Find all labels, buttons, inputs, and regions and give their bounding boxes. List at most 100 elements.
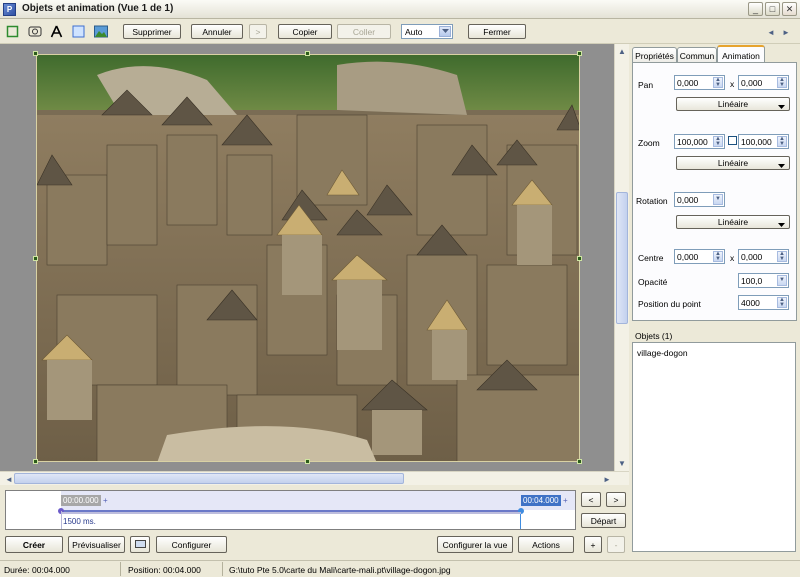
playhead[interactable] xyxy=(520,513,521,529)
scroll-up-icon[interactable]: ▲ xyxy=(615,44,629,58)
start-time-label[interactable]: 00:00.000 xyxy=(61,495,101,506)
pan-mode-dropdown[interactable]: Linéaire xyxy=(676,97,790,111)
minimize-button[interactable]: _ xyxy=(748,2,763,16)
redo-button[interactable]: > xyxy=(249,24,267,39)
start-marker-icon: + xyxy=(103,496,108,505)
resize-handle-nw[interactable] xyxy=(33,51,38,56)
chevron-down-icon[interactable]: ▼ xyxy=(777,275,787,286)
horizontal-scrollbar[interactable]: ◄ ► xyxy=(0,471,629,485)
zoom-x-value: 100,000 xyxy=(677,136,708,147)
centre-x-value: 0,000 xyxy=(677,251,699,262)
rotation-mode-value: Linéaire xyxy=(717,217,749,227)
close-button[interactable]: ✕ xyxy=(782,2,797,16)
zoom-y-input[interactable]: 100,000 ▲ ▼ xyxy=(738,134,789,149)
tab-scroll-left-icon[interactable]: ◄ xyxy=(764,25,778,39)
rectangle-select-icon[interactable] xyxy=(5,24,20,39)
screen-icon[interactable] xyxy=(130,536,150,553)
timeline[interactable]: 00:00.000 + 00:04.000 + 1500 ms. xyxy=(5,490,576,530)
image-icon[interactable] xyxy=(93,24,108,39)
spinner-icon[interactable]: ▲ ▼ xyxy=(777,251,787,262)
tab-commun[interactable]: Commun xyxy=(677,47,717,63)
zoom-x-input[interactable]: 100,000 ▲ ▼ xyxy=(674,134,725,149)
spinner-icon[interactable]: ▲ ▼ xyxy=(713,251,723,262)
resize-handle-ne[interactable] xyxy=(577,51,582,56)
position-label: Position: xyxy=(128,565,161,575)
pan-x-input[interactable]: 0,000 ▲ ▼ xyxy=(674,75,725,90)
segment-duration-label: 1500 ms. xyxy=(63,517,96,526)
annuler-button[interactable]: Annuler xyxy=(191,24,243,39)
spinner-icon[interactable]: ▲ ▼ xyxy=(713,136,723,147)
chevron-down-icon xyxy=(778,220,785,230)
zoom-select-value: Auto xyxy=(405,26,423,37)
zoom-lock-checkbox[interactable] xyxy=(728,136,737,145)
rotation-label: Rotation xyxy=(636,196,668,206)
spinner-icon[interactable]: ▲ ▼ xyxy=(777,136,787,147)
zoom-mode-dropdown[interactable]: Linéaire xyxy=(676,156,790,170)
duree-label: Durée: xyxy=(4,565,30,575)
resize-handle-w[interactable] xyxy=(33,256,38,261)
previous-keyframe-button[interactable]: < xyxy=(581,492,601,507)
vertical-scroll-thumb[interactable] xyxy=(616,192,628,324)
centre-y-input[interactable]: 0,000 ▲ ▼ xyxy=(738,249,789,264)
list-item[interactable]: village-dogon xyxy=(637,348,688,358)
text-icon[interactable] xyxy=(49,24,64,39)
chevron-down-icon[interactable]: ▼ xyxy=(713,194,723,205)
spinner-icon[interactable]: ▲ ▼ xyxy=(713,77,723,88)
actions-button[interactable]: Actions xyxy=(518,536,574,553)
coller-button[interactable]: Coller xyxy=(337,24,391,39)
village-dogon-image[interactable] xyxy=(36,54,580,462)
rotation-mode-dropdown[interactable]: Linéaire xyxy=(676,215,790,229)
opacite-label: Opacité xyxy=(638,277,668,287)
spinner-icon[interactable]: ▲ ▼ xyxy=(777,77,787,88)
add-keyframe-button[interactable]: + xyxy=(584,536,602,553)
objects-list[interactable]: village-dogon xyxy=(632,342,796,552)
zoom-y-value: 100,000 xyxy=(741,136,772,147)
resize-handle-se[interactable] xyxy=(577,459,582,464)
previsualiser-button[interactable]: Prévisualiser xyxy=(68,536,125,553)
supprimer-button[interactable]: Supprimer xyxy=(123,24,181,39)
chevron-down-icon xyxy=(778,161,785,171)
configurer-button[interactable]: Configurer xyxy=(156,536,227,553)
depart-button[interactable]: Départ xyxy=(581,513,626,528)
opacite-input[interactable]: 100,0 ▼ xyxy=(738,273,789,288)
rotation-input[interactable]: 0,000 ▼ xyxy=(674,192,725,207)
remove-keyframe-button[interactable]: - xyxy=(607,536,625,553)
position-point-value: 4000 xyxy=(741,297,760,308)
zoom-select[interactable]: Auto xyxy=(401,24,453,39)
next-keyframe-button[interactable]: > xyxy=(606,492,626,507)
maximize-button[interactable]: □ xyxy=(765,2,780,16)
frame-icon[interactable] xyxy=(71,24,86,39)
scroll-down-icon[interactable]: ▼ xyxy=(615,456,629,470)
copier-button[interactable]: Copier xyxy=(278,24,332,39)
resize-handle-s[interactable] xyxy=(305,459,310,464)
resize-handle-e[interactable] xyxy=(577,256,582,261)
title-bar: P Objets et animation (Vue 1 de 1) _ □ ✕ xyxy=(0,0,800,19)
opacite-value: 100,0 xyxy=(741,275,763,286)
app-icon: P xyxy=(3,3,16,16)
tab-proprietes[interactable]: Propriétés xyxy=(632,47,677,63)
zoom-mode-value: Linéaire xyxy=(717,158,749,168)
file-path: G:\tuto Pte 5.0\carte du Mali\carte-mali… xyxy=(229,565,451,575)
end-time-label[interactable]: 00:04.000 xyxy=(521,495,561,506)
centre-separator: x xyxy=(730,253,735,263)
window-title: Objets et animation (Vue 1 de 1) xyxy=(22,3,174,14)
spinner-icon[interactable]: ▲ ▼ xyxy=(777,297,787,308)
pan-x-value: 0,000 xyxy=(677,77,699,88)
status-divider xyxy=(120,562,121,576)
ellipse-icon[interactable] xyxy=(27,24,42,39)
creer-button[interactable]: Créer xyxy=(5,536,63,553)
pan-y-input[interactable]: 0,000 ▲ ▼ xyxy=(738,75,789,90)
configurer-vue-button[interactable]: Configurer la vue xyxy=(437,536,513,553)
scroll-right-icon[interactable]: ► xyxy=(600,472,614,486)
pan-y-value: 0,000 xyxy=(741,77,763,88)
horizontal-scroll-thumb[interactable] xyxy=(14,473,404,484)
tab-scroll-right-icon[interactable]: ► xyxy=(779,25,793,39)
centre-x-input[interactable]: 0,000 ▲ ▼ xyxy=(674,249,725,264)
fermer-button[interactable]: Fermer xyxy=(468,24,526,39)
vertical-scrollbar[interactable]: ▲ ▼ xyxy=(614,44,629,471)
resize-handle-sw[interactable] xyxy=(33,459,38,464)
resize-handle-n[interactable] xyxy=(305,51,310,56)
pan-label: Pan xyxy=(638,80,654,90)
position-point-input[interactable]: 4000 ▲ ▼ xyxy=(738,295,789,310)
zoom-label: Zoom xyxy=(638,138,660,148)
